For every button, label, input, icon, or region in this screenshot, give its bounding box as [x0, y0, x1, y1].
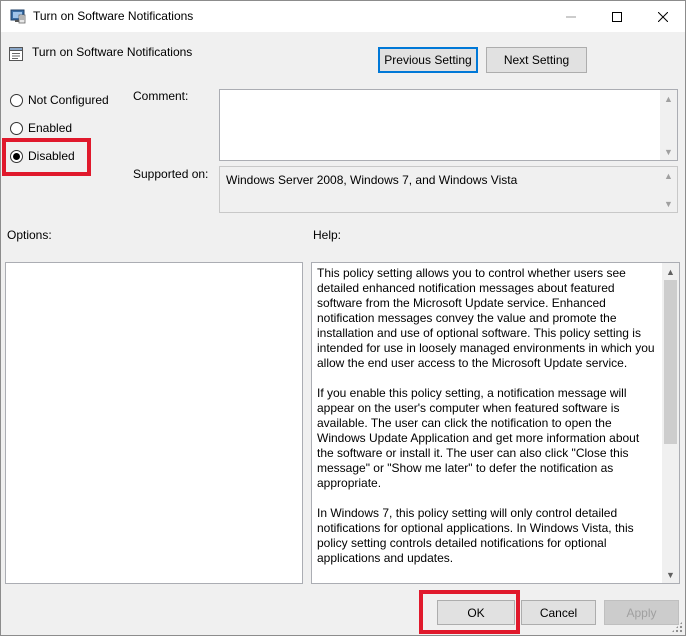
scroll-down-icon[interactable]: ▼	[660, 143, 677, 160]
supported-on-label: Supported on:	[133, 167, 209, 181]
policy-dialog: Turn on Software Notifications Turn on S…	[0, 0, 686, 636]
maximize-icon	[612, 11, 622, 22]
scroll-up-icon[interactable]: ▲	[660, 167, 677, 184]
scroll-up-icon[interactable]: ▲	[660, 90, 677, 107]
radio-not-configured[interactable]: Not Configured	[10, 93, 109, 107]
highlight-box-ok	[419, 590, 520, 634]
title-bar[interactable]: Turn on Software Notifications	[1, 1, 685, 32]
window-title: Turn on Software Notifications	[33, 9, 194, 23]
scroll-down-icon[interactable]: ▼	[660, 195, 677, 212]
policy-title: Turn on Software Notifications	[32, 45, 193, 59]
apply-button[interactable]: Apply	[604, 600, 679, 625]
cancel-button[interactable]: Cancel	[521, 600, 596, 625]
scroll-thumb[interactable]	[664, 280, 677, 444]
radio-label: Not Configured	[28, 93, 109, 107]
comment-label: Comment:	[133, 89, 189, 103]
scroll-down-icon[interactable]: ▼	[662, 566, 679, 583]
highlight-box-disabled	[2, 138, 91, 176]
comment-scrollbar[interactable]: ▲ ▼	[660, 90, 677, 160]
maximize-button[interactable]	[594, 1, 640, 32]
next-setting-button[interactable]: Next Setting	[486, 47, 587, 73]
previous-setting-button[interactable]: Previous Setting	[378, 47, 478, 73]
minimize-button[interactable]	[548, 1, 594, 32]
radio-circle	[10, 93, 23, 107]
help-label: Help:	[313, 228, 342, 242]
comment-textarea[interactable]: ▲ ▼	[219, 89, 678, 161]
supported-on-value: Windows Server 2008, Windows 7, and Wind…	[226, 173, 518, 187]
close-button[interactable]	[640, 1, 686, 32]
options-label: Options:	[7, 228, 52, 242]
radio-label: Enabled	[28, 121, 73, 135]
group-policy-icon	[10, 9, 26, 24]
radio-enabled[interactable]: Enabled	[10, 121, 72, 135]
options-panel	[5, 262, 303, 584]
help-scrollbar[interactable]: ▲ ▼	[662, 263, 679, 583]
policy-setting-icon	[9, 47, 23, 61]
minimize-icon	[566, 16, 576, 17]
close-icon	[658, 11, 668, 22]
help-text: This policy setting allows you to contro…	[317, 266, 655, 565]
scroll-up-icon[interactable]: ▲	[662, 263, 679, 280]
help-panel[interactable]: This policy setting allows you to contro…	[311, 262, 680, 584]
supported-scrollbar[interactable]: ▲ ▼	[660, 167, 677, 212]
radio-circle	[10, 121, 23, 135]
supported-on-box: Windows Server 2008, Windows 7, and Wind…	[219, 166, 678, 213]
